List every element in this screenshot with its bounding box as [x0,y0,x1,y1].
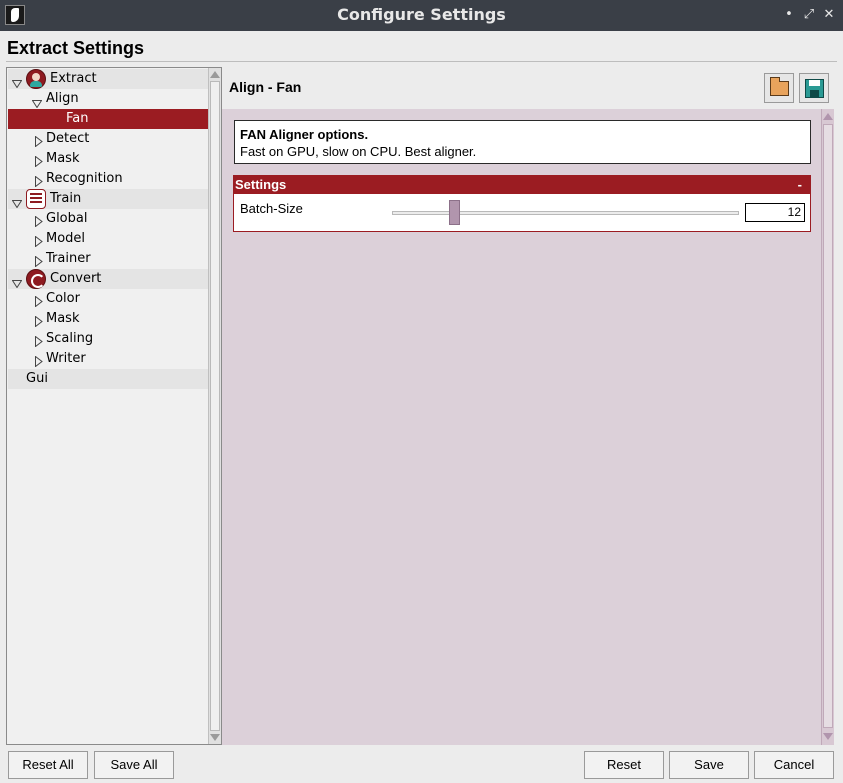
tree-item-label: Train [50,191,82,206]
collapse-arrow-icon[interactable] [35,234,44,248]
collapse-button[interactable]: - [798,176,802,194]
minimize-button[interactable]: • [780,6,798,24]
settings-window: Extract Settings Extract Align Fan Detect Ma… [0,31,843,783]
collapse-arrow-icon[interactable] [35,294,44,308]
tree-item-label: Extract [50,71,97,86]
extract-face-icon [26,69,46,89]
batch-size-input[interactable]: 12 [745,203,805,222]
tree-item-convert[interactable]: Convert [8,269,208,289]
page-title: Extract Settings [7,38,145,58]
tree-item-label: Trainer [46,251,91,266]
save-button[interactable]: Save [669,751,749,779]
info-description: Fast on GPU, slow on CPU. Best aligner. [240,144,477,159]
expand-arrow-icon[interactable] [11,275,23,289]
settings-group-header: Settings - [234,176,810,194]
collapse-arrow-icon[interactable] [35,354,44,368]
info-title: FAN Aligner options. [240,127,369,142]
tree-scrollbar[interactable] [208,68,221,744]
save-file-button[interactable] [799,73,829,103]
tree-item-train[interactable]: Train [8,189,208,209]
settings-tree: Extract Align Fan Detect Mask Recognition Trai… [8,69,208,743]
collapse-arrow-icon[interactable] [35,314,44,328]
reset-button[interactable]: Reset [584,751,664,779]
scroll-thumb[interactable] [823,124,833,728]
scroll-up-icon[interactable] [823,113,833,120]
content-scrollbar[interactable] [821,109,834,745]
tree-item-label: Model [46,231,86,246]
batch-size-slider[interactable] [392,211,739,215]
convert-icon [26,269,46,289]
tree-item-fan[interactable]: Fan [8,109,208,129]
collapse-arrow-icon[interactable] [35,214,44,228]
scroll-down-icon[interactable] [823,733,833,740]
collapse-arrow-icon[interactable] [35,334,44,348]
tree-item-label: Mask [46,151,80,166]
tree-item-scaling[interactable]: Scaling [8,329,208,349]
scroll-down-icon[interactable] [210,734,220,741]
tree-item-model[interactable]: Model [8,229,208,249]
tree-item-mask[interactable]: Mask [8,149,208,169]
save-all-button[interactable]: Save All [94,751,174,779]
window-title: Configure Settings [337,5,506,24]
tree-item-extract[interactable]: Extract [8,69,208,89]
batch-size-label: Batch-Size [240,201,303,216]
tree-item-align[interactable]: Align [8,89,208,109]
tree-item-writer[interactable]: Writer [8,349,208,369]
settings-content: FAN Aligner options. Fast on GPU, slow o… [222,109,821,745]
panel-title: Align - Fan [229,79,302,95]
tree-item-label: Mask [46,311,80,326]
close-button[interactable]: ✕ [820,6,838,24]
batch-size-slider-handle[interactable] [449,200,460,225]
tree-item-label: Detect [46,131,90,146]
expand-arrow-icon[interactable] [31,95,43,109]
tree-item-label: Convert [50,271,102,286]
settings-group-title: Settings [235,177,287,192]
expand-arrow-icon[interactable] [11,195,23,209]
save-icon [805,79,824,98]
tree-item-detect[interactable]: Detect [8,129,208,149]
train-list-icon [26,189,46,209]
tree-item-global[interactable]: Global [8,209,208,229]
tree-item-trainer[interactable]: Trainer [8,249,208,269]
maximize-button[interactable]: ⤢ [800,6,818,24]
info-box: FAN Aligner options. Fast on GPU, slow o… [234,120,811,164]
collapse-arrow-icon[interactable] [35,154,44,168]
tree-item-label: Recognition [46,171,123,186]
scroll-thumb[interactable] [210,81,220,731]
tree-item-mask[interactable]: Mask [8,309,208,329]
tree-item-label: Fan [66,111,89,126]
tree-item-label: Writer [46,351,86,366]
tree-item-label: Global [46,211,88,226]
tree-item-label: Gui [26,371,48,386]
collapse-arrow-icon[interactable] [35,134,44,148]
reset-all-button[interactable]: Reset All [8,751,88,779]
settings-tree-panel: Extract Align Fan Detect Mask Recognition Trai… [6,67,222,745]
scroll-up-icon[interactable] [210,71,220,78]
heading-divider [6,61,837,62]
expand-arrow-icon[interactable] [11,75,23,89]
collapse-arrow-icon[interactable] [35,174,44,188]
tree-item-recognition[interactable]: Recognition [8,169,208,189]
collapse-arrow-icon[interactable] [35,254,44,268]
tree-item-gui[interactable]: Gui [8,369,208,389]
cancel-button[interactable]: Cancel [754,751,834,779]
tree-item-label: Align [46,91,79,106]
settings-group: Settings - Batch-Size 12 [233,175,811,232]
folder-icon [770,77,789,96]
tree-item-color[interactable]: Color [8,289,208,309]
window-titlebar: Configure Settings • ⤢ ✕ [0,0,843,31]
tree-item-label: Color [46,291,80,306]
tree-item-label: Scaling [46,331,94,346]
open-folder-button[interactable] [764,73,794,103]
